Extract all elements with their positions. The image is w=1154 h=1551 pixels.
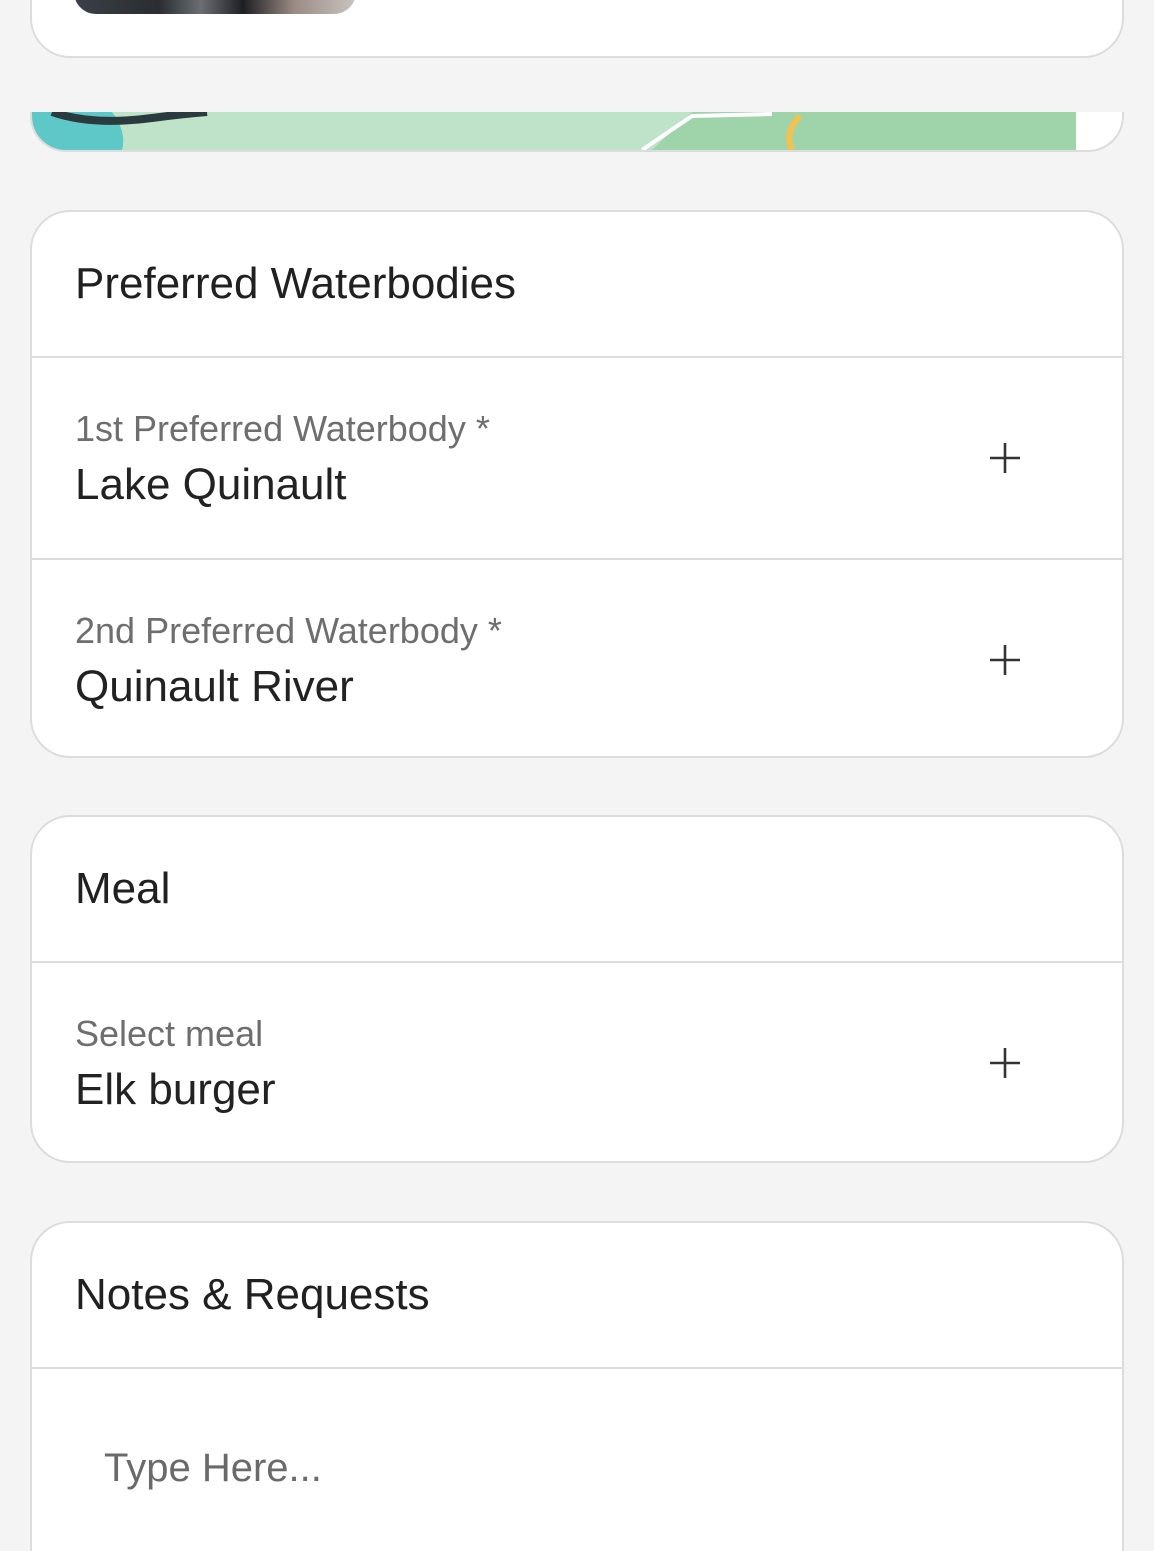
notes-title: Notes & Requests <box>32 1223 1122 1369</box>
notes-input[interactable] <box>102 1445 1006 1492</box>
map-preview[interactable] <box>32 112 1076 150</box>
preferred-waterbodies-card: Preferred Waterbodies 1st Preferred Wate… <box>30 210 1124 758</box>
second-waterbody-label: 2nd Preferred Waterbody * <box>75 610 502 651</box>
meal-select-value: Elk burger <box>75 1065 276 1114</box>
second-waterbody-value: Quinault River <box>75 662 354 711</box>
plus-icon[interactable] <box>987 642 1023 678</box>
photo-card <box>30 0 1124 58</box>
meal-title: Meal <box>32 817 1122 963</box>
notes-card: Notes & Requests <box>30 1221 1124 1551</box>
map-card[interactable] <box>30 112 1124 152</box>
preferred-waterbodies-title: Preferred Waterbodies <box>32 212 1122 358</box>
first-waterbody-row[interactable]: 1st Preferred Waterbody * Lake Quinault <box>32 358 1122 558</box>
plus-icon[interactable] <box>987 440 1023 476</box>
meal-select-label: Select meal <box>75 1013 264 1054</box>
first-waterbody-value: Lake Quinault <box>75 460 347 509</box>
location-photo-thumbnail[interactable] <box>74 0 356 14</box>
first-waterbody-label: 1st Preferred Waterbody * <box>75 408 490 449</box>
plus-icon[interactable] <box>987 1045 1023 1081</box>
meal-select-row[interactable]: Select meal Elk burger <box>32 963 1122 1161</box>
meal-card: Meal Select meal Elk burger <box>30 815 1124 1163</box>
second-waterbody-row[interactable]: 2nd Preferred Waterbody * Quinault River <box>32 558 1122 756</box>
